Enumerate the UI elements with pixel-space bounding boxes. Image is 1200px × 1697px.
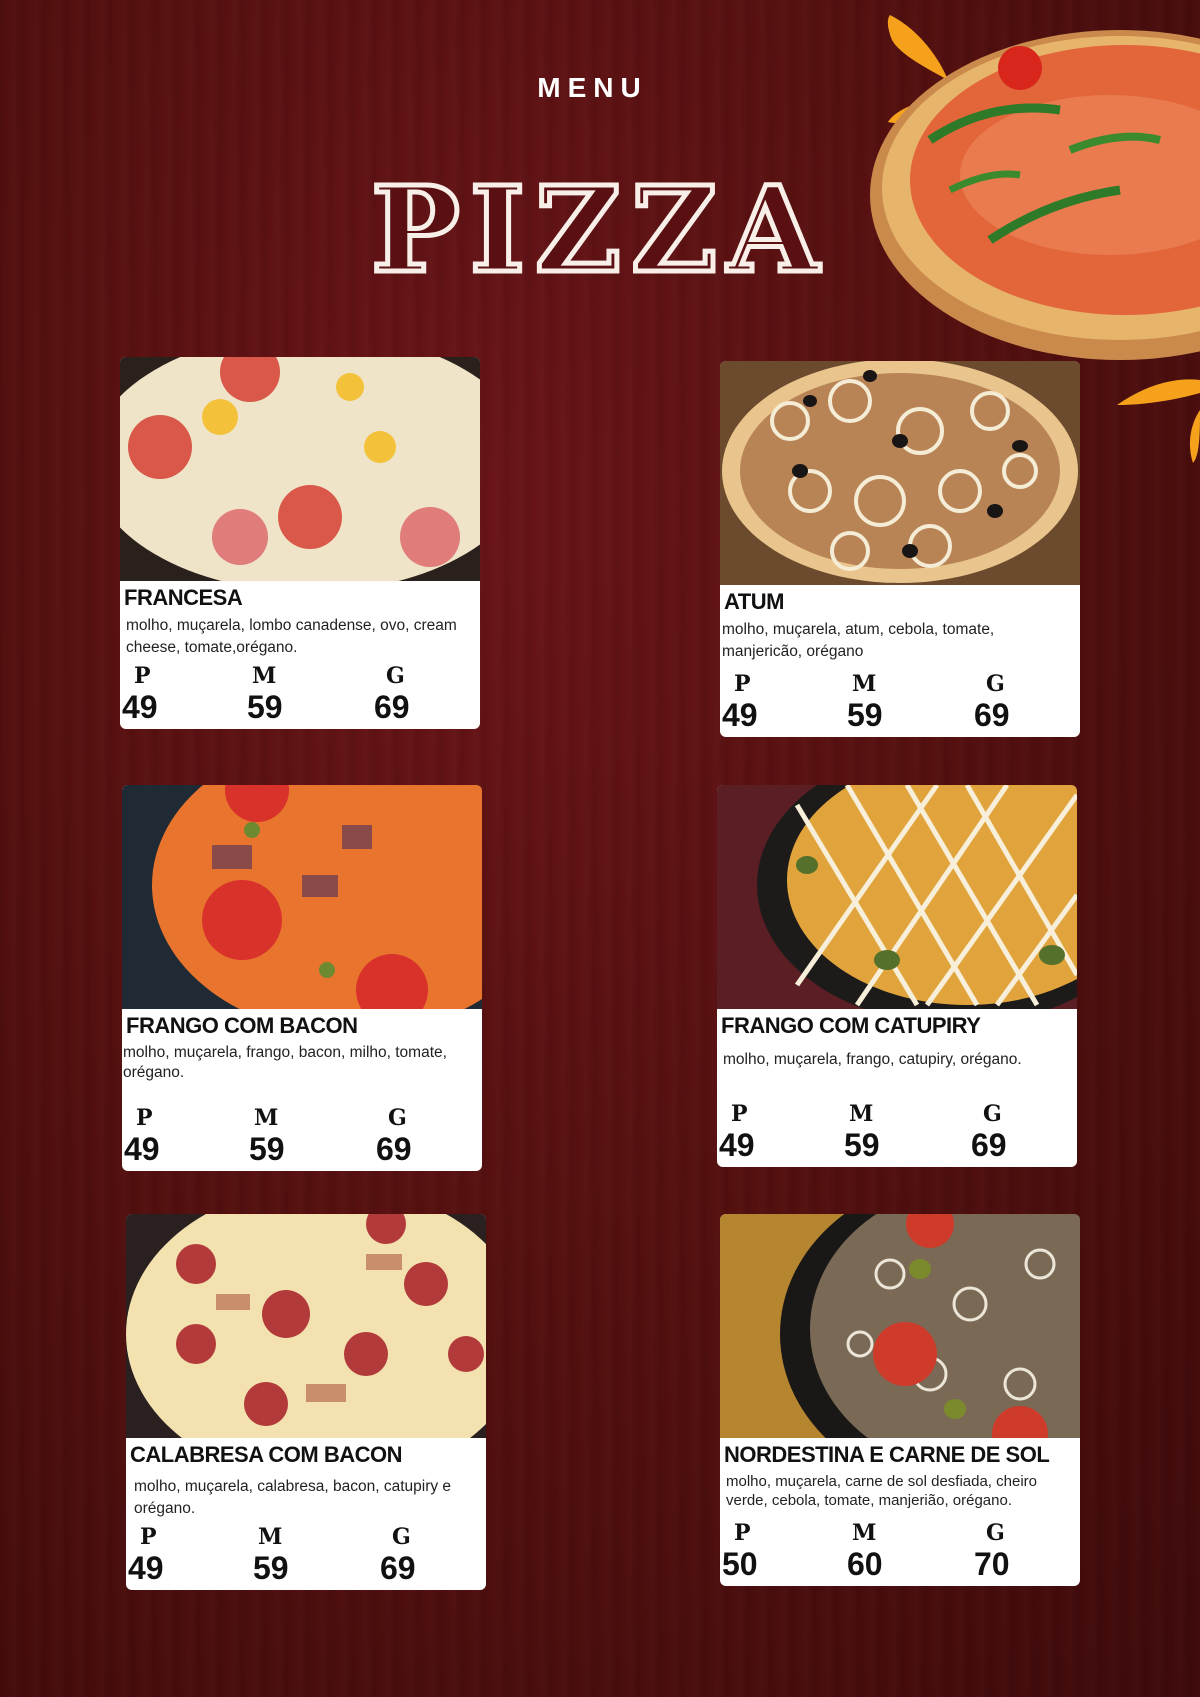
price-g: 69 bbox=[974, 697, 1010, 733]
size-label-g: G bbox=[388, 1105, 407, 1131]
size-label-m: M bbox=[849, 1101, 874, 1127]
price-g: 69 bbox=[376, 1131, 412, 1167]
size-label-g: G bbox=[986, 671, 1005, 697]
price-g: 70 bbox=[974, 1546, 1010, 1582]
price-p: 49 bbox=[719, 1127, 755, 1163]
pizza-photo bbox=[720, 1214, 1080, 1438]
pizza-photo bbox=[720, 361, 1080, 585]
item-name: ATUM bbox=[724, 589, 784, 614]
menu-item-card: CALABRESA COM BACON molho, muçarela, cal… bbox=[126, 1214, 486, 1590]
size-label-m: M bbox=[258, 1524, 283, 1550]
item-description: molho, muçarela, frango, bacon, milho, t… bbox=[123, 1044, 447, 1081]
size-label-m: M bbox=[852, 1520, 877, 1546]
price-p: 49 bbox=[124, 1131, 160, 1167]
price-m: 59 bbox=[844, 1127, 880, 1163]
price-row: P M G 49 59 69 bbox=[120, 661, 480, 729]
size-label-m: M bbox=[852, 671, 877, 697]
page-title: PIZZA bbox=[369, 158, 829, 302]
item-description: molho, muçarela, carne de sol desfiada, … bbox=[726, 1473, 1038, 1509]
menu-item-card: FRANGO COM BACON molho, muçarela, frango… bbox=[122, 785, 482, 1171]
price-row: P M G 49 59 69 bbox=[720, 669, 1080, 737]
price-m: 59 bbox=[247, 689, 283, 725]
price-p: 49 bbox=[722, 697, 758, 733]
price-p: 49 bbox=[128, 1550, 164, 1586]
pizza-photo bbox=[120, 357, 480, 581]
size-label-g: G bbox=[983, 1101, 1002, 1127]
item-description: molho, muçarela, atum, cebola, tomate, m… bbox=[722, 621, 995, 660]
price-m: 60 bbox=[847, 1546, 883, 1582]
item-name: FRANGO COM BACON bbox=[126, 1013, 358, 1038]
size-label-m: M bbox=[254, 1105, 279, 1131]
price-row: P M G 49 59 69 bbox=[126, 1522, 486, 1590]
pizza-photo bbox=[126, 1214, 486, 1438]
size-label-p: P bbox=[136, 1105, 153, 1131]
price-g: 69 bbox=[971, 1127, 1007, 1163]
price-p: 49 bbox=[122, 689, 158, 725]
size-label-p: P bbox=[731, 1101, 748, 1127]
price-row: P M G 49 59 69 bbox=[122, 1103, 482, 1171]
menu-item-card: FRANGO COM CATUPIRY molho, muçarela, fra… bbox=[717, 785, 1077, 1167]
price-m: 59 bbox=[847, 697, 883, 733]
price-row: P M G 50 60 70 bbox=[720, 1518, 1080, 1586]
price-m: 59 bbox=[249, 1131, 285, 1167]
size-label-g: G bbox=[386, 663, 405, 689]
size-label-p: P bbox=[140, 1524, 157, 1550]
item-description: molho, muçarela, calabresa, bacon, catup… bbox=[134, 1478, 452, 1517]
menu-item-card: NORDESTINA E CARNE DE SOL molho, muçarel… bbox=[720, 1214, 1080, 1586]
size-label-m: M bbox=[252, 663, 277, 689]
size-label-p: P bbox=[134, 663, 151, 689]
item-description: molho, muçarela, frango, catupiry, oréga… bbox=[723, 1051, 1022, 1068]
price-g: 69 bbox=[380, 1550, 416, 1586]
price-p: 50 bbox=[722, 1546, 758, 1582]
size-label-p: P bbox=[734, 671, 751, 697]
price-g: 69 bbox=[374, 689, 410, 725]
item-name: CALABRESA COM BACON bbox=[130, 1442, 403, 1467]
price-m: 59 bbox=[253, 1550, 289, 1586]
item-name: FRANGO COM CATUPIRY bbox=[721, 1013, 981, 1038]
item-name: FRANCESA bbox=[124, 585, 243, 610]
item-description: molho, muçarela, lombo canadense, ovo, c… bbox=[126, 617, 457, 656]
item-name: NORDESTINA E CARNE DE SOL bbox=[724, 1442, 1050, 1467]
menu-label: MENU bbox=[537, 72, 648, 103]
pizza-photo bbox=[717, 785, 1077, 1009]
menu-item-card: ATUM molho, muçarela, atum, cebola, toma… bbox=[720, 361, 1080, 737]
pizza-photo bbox=[122, 785, 482, 1009]
price-row: P M G 49 59 69 bbox=[717, 1099, 1077, 1167]
size-label-g: G bbox=[392, 1524, 411, 1550]
size-label-g: G bbox=[986, 1520, 1005, 1546]
menu-item-card: FRANCESA molho, muçarela, lombo canadens… bbox=[120, 357, 480, 729]
size-label-p: P bbox=[734, 1520, 751, 1546]
